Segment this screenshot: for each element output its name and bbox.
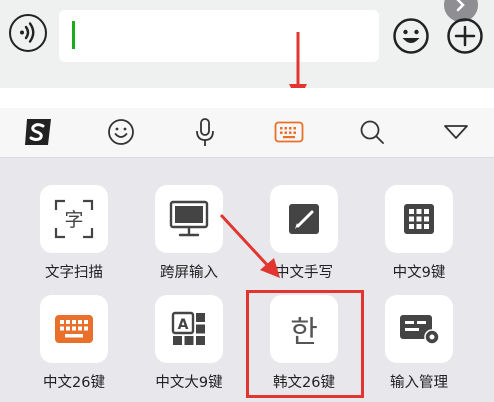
search-icon (360, 120, 384, 144)
plus-button[interactable] (446, 17, 484, 55)
ime-toolbar (0, 108, 494, 158)
sogou-logo-icon (25, 119, 51, 145)
smiley-icon (108, 119, 134, 145)
tile-label: 中文9键 (392, 265, 446, 281)
smiley-button[interactable] (101, 112, 141, 152)
collapse-triangle-icon (444, 125, 468, 139)
scan-text-icon: 字 (54, 199, 94, 239)
svg-text:A: A (178, 317, 189, 333)
keyboard-top-strip (0, 88, 494, 108)
handwriting-pen-icon (289, 204, 319, 234)
emoji-button[interactable] (392, 17, 430, 55)
tile-label: 输入管理 (390, 375, 448, 391)
tile-chinese-big-9-key[interactable]: A (155, 295, 223, 363)
microphone-icon (196, 118, 214, 146)
tile-text-scan[interactable]: 字 (40, 185, 108, 253)
annotation-arrow-diagonal (219, 213, 280, 278)
search-button[interactable] (352, 112, 392, 152)
tile-input-management[interactable] (385, 295, 453, 363)
tile-label: 文字扫描 (45, 265, 103, 281)
input-settings-icon (400, 315, 440, 345)
keyboard-button[interactable] (269, 112, 309, 152)
emoji-icon (393, 18, 429, 54)
microphone-button[interactable] (185, 112, 225, 152)
annotation-highlight-box (246, 290, 364, 398)
svg-text:字: 字 (64, 209, 83, 231)
tile-label: 中文大9键 (155, 375, 223, 391)
message-input[interactable] (59, 10, 379, 62)
nine-grid-icon (404, 204, 434, 234)
keyboard-icon (274, 121, 304, 143)
keyboard-26-icon (55, 315, 93, 343)
sogou-logo-button[interactable] (18, 112, 58, 152)
text-cursor (72, 21, 75, 49)
big-nine-keys-icon: A (171, 311, 205, 345)
voice-icon (20, 22, 35, 43)
tile-label: 中文26键 (43, 375, 105, 391)
monitor-icon (169, 200, 209, 237)
tile-chinese-9-key[interactable] (385, 185, 453, 253)
plus-icon (447, 18, 483, 54)
tile-cross-screen-input[interactable] (155, 185, 223, 253)
tile-chinese-26-key[interactable] (40, 295, 108, 363)
collapse-button[interactable] (436, 112, 476, 152)
voice-button[interactable] (9, 14, 47, 52)
